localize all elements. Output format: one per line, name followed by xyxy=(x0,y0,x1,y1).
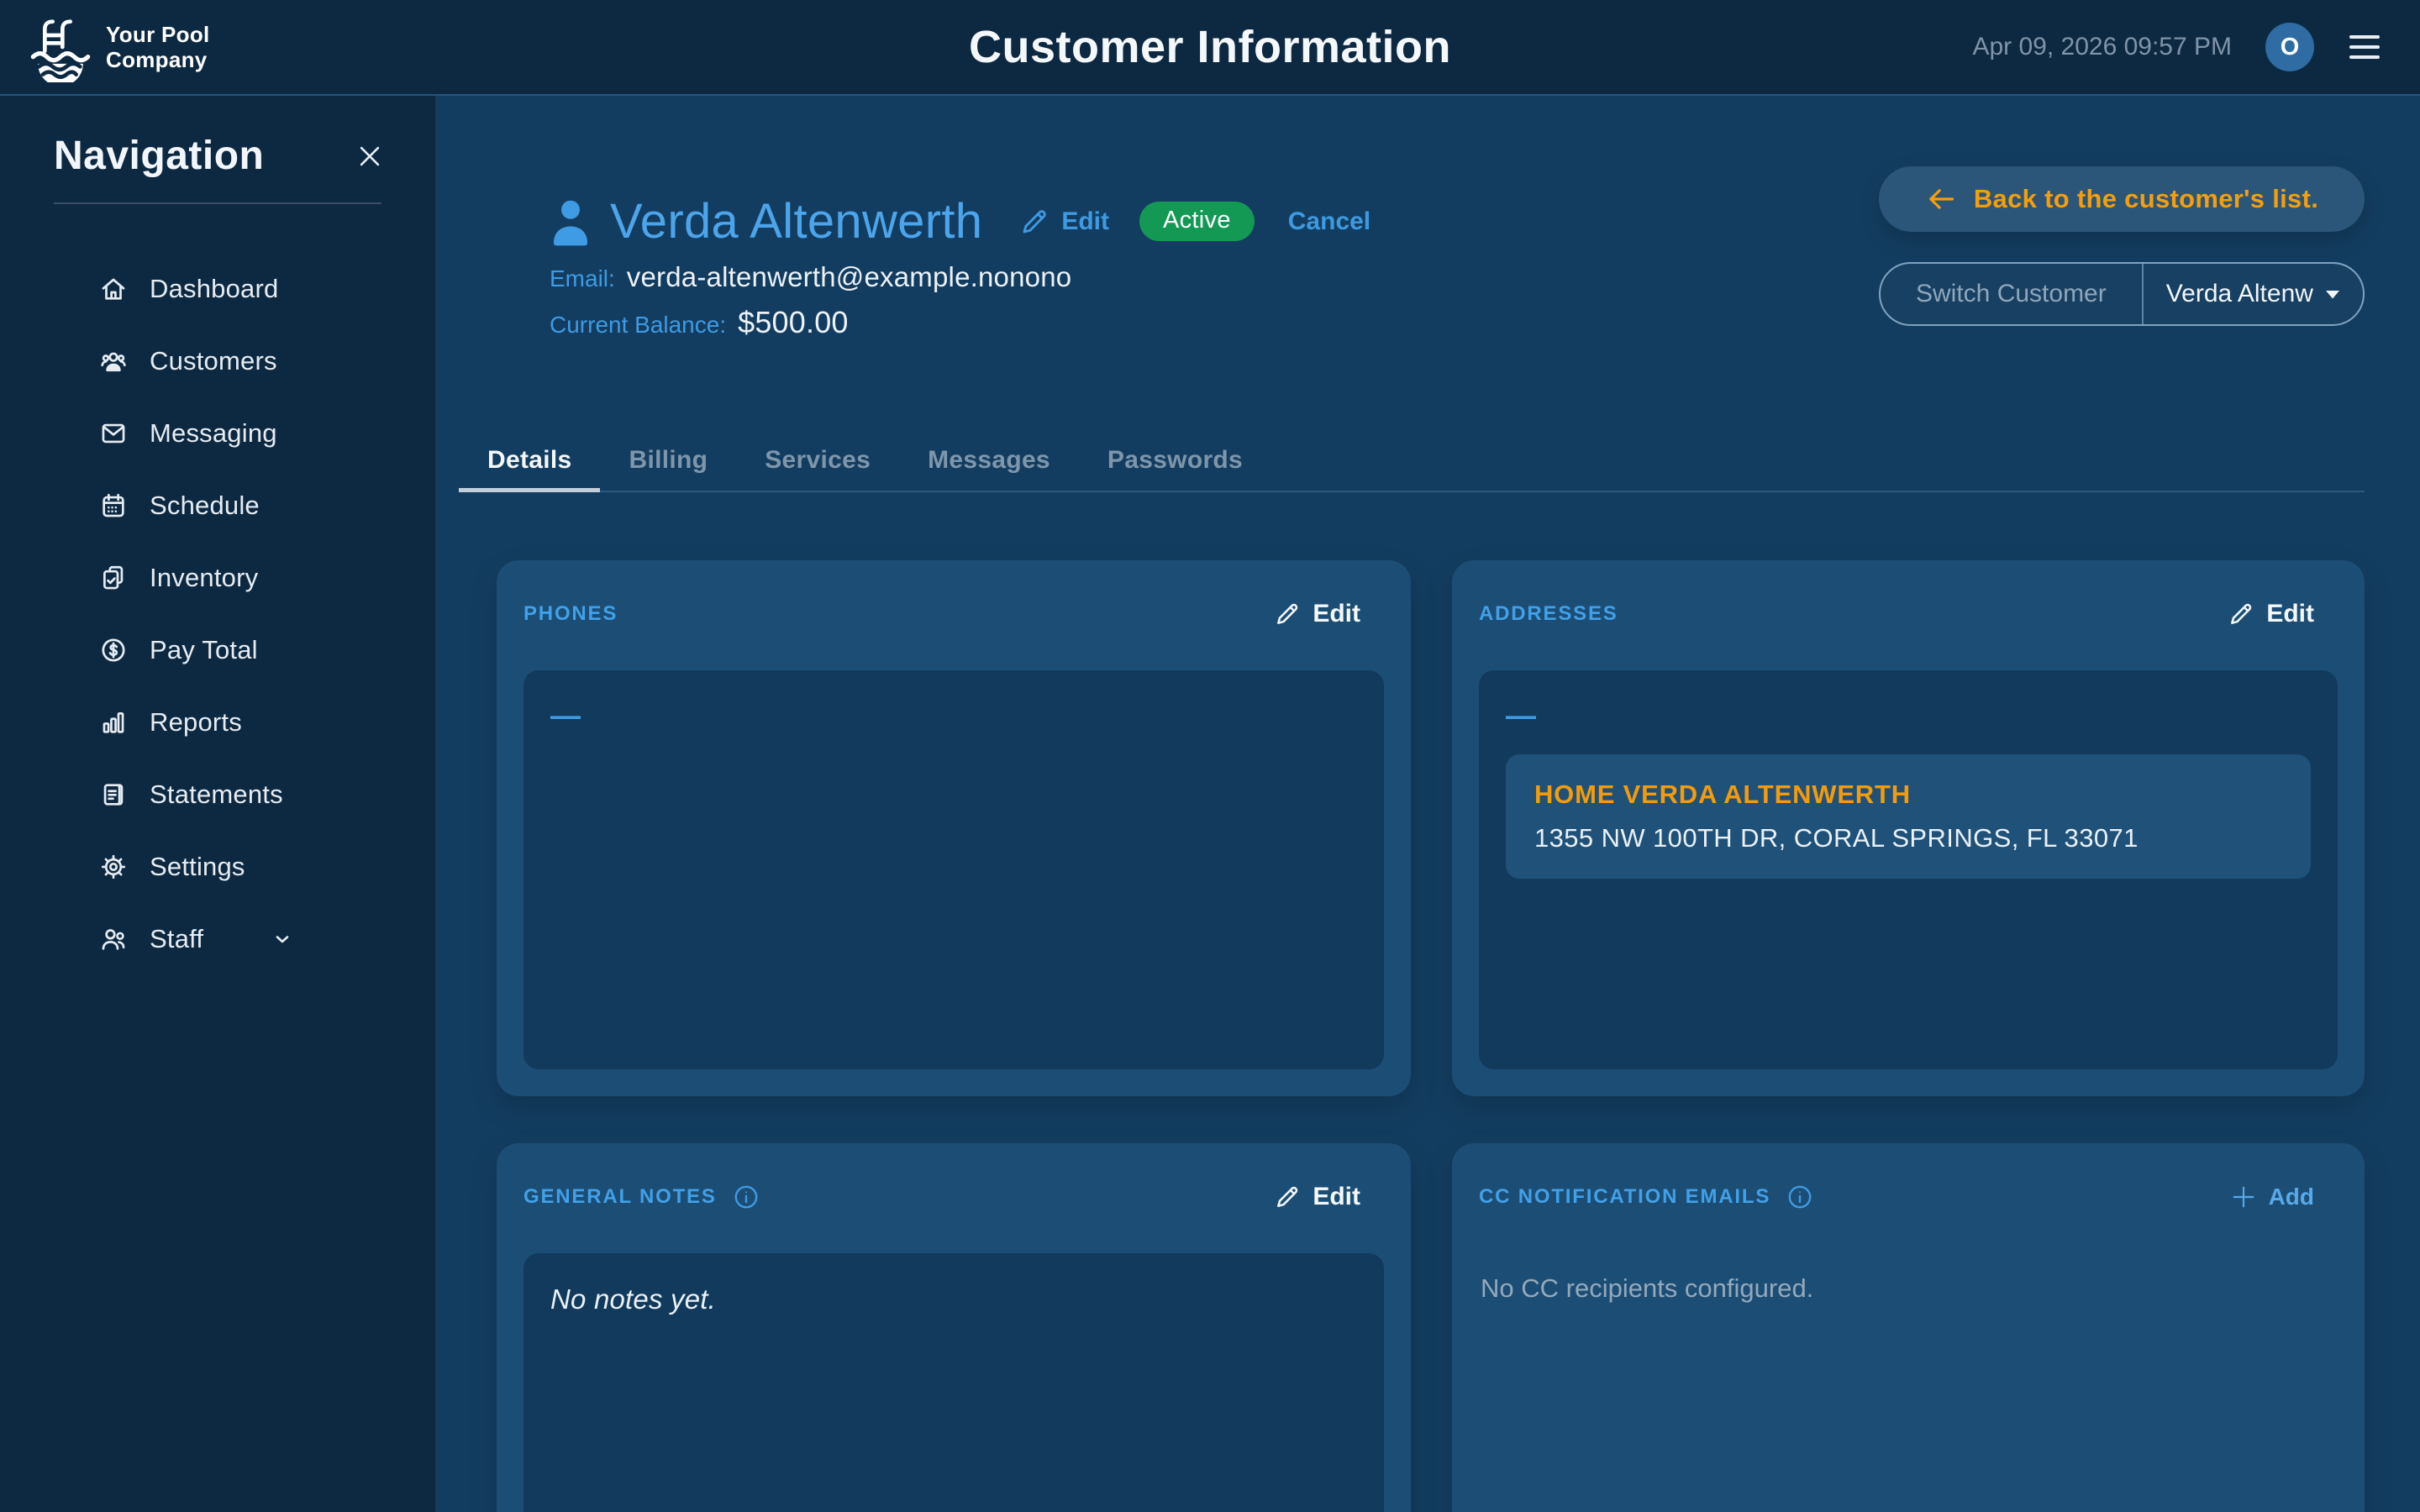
add-cc-email-button[interactable]: Add xyxy=(2230,1184,2314,1210)
address-name: HOME VERDA ALTENWERTH xyxy=(1534,780,2282,810)
general-notes-card: GENERAL NOTES Edit No notes yet. xyxy=(497,1143,1411,1512)
sidebar-item-schedule[interactable]: Schedule xyxy=(0,470,435,542)
phones-card: PHONES Edit — xyxy=(497,560,1411,1096)
edit-phones-button[interactable]: Edit xyxy=(1274,600,1360,628)
company-name: Your Pool Company xyxy=(106,22,210,72)
pencil-icon xyxy=(1274,1184,1301,1210)
cc-empty-text: No CC recipients configured. xyxy=(1481,1273,2338,1304)
close-icon[interactable] xyxy=(351,138,388,175)
chevron-down-icon xyxy=(272,929,292,949)
balance-value: $500.00 xyxy=(738,305,849,340)
address-list-item[interactable]: HOME VERDA ALTENWERTH 1355 NW 100TH DR, … xyxy=(1506,754,2311,879)
tab-passwords[interactable]: Passwords xyxy=(1079,432,1271,492)
switch-customer-control[interactable]: Switch Customer Verda Altenw xyxy=(1879,262,2365,326)
sidebar-nav: Dashboard Customers Messaging xyxy=(0,253,435,975)
navigation-sidebar: Navigation Dashboard Customers xyxy=(0,96,435,1512)
sidebar-item-pay-total[interactable]: Pay Total xyxy=(0,614,435,686)
customer-tabs: Details Billing Services Messages Passwo… xyxy=(459,432,2365,492)
pencil-icon xyxy=(2228,601,2254,627)
info-icon[interactable] xyxy=(732,1183,760,1211)
sidebar-item-inventory[interactable]: Inventory xyxy=(0,542,435,614)
tab-billing[interactable]: Billing xyxy=(600,432,736,492)
balance-label: Current Balance: xyxy=(550,312,726,339)
main-content: Verda Altenwerth Edit Active Cancel Emai… xyxy=(435,96,2420,1512)
sidebar-item-settings[interactable]: Settings xyxy=(0,831,435,903)
sidebar-item-dashboard[interactable]: Dashboard xyxy=(0,253,435,325)
switch-customer-dropdown[interactable]: Verda Altenw xyxy=(2144,264,2363,324)
company-logo: Your Pool Company xyxy=(25,12,210,82)
arrow-left-icon xyxy=(1925,183,1957,215)
addresses-card: ADDRESSES Edit — HOME VERDA ALTENWERTH 1… xyxy=(1452,560,2365,1096)
pencil-icon xyxy=(1019,207,1050,237)
phones-empty-marker: — xyxy=(550,701,1357,731)
email-value: verda-altenwerth@example.nonono xyxy=(627,261,1072,293)
customer-name: Verda Altenwerth xyxy=(610,193,982,249)
cc-emails-card-title: CC NOTIFICATION EMAILS xyxy=(1479,1185,1770,1209)
plus-icon xyxy=(2230,1184,2257,1210)
bar-chart-icon xyxy=(99,708,128,737)
edit-notes-button[interactable]: Edit xyxy=(1274,1183,1360,1211)
users-icon xyxy=(99,347,128,375)
addresses-card-title: ADDRESSES xyxy=(1479,602,1618,626)
switch-customer-label: Switch Customer xyxy=(1881,264,2142,324)
address-line: 1355 NW 100TH DR, CORAL SPRINGS, FL 3307… xyxy=(1534,823,2282,853)
cancel-customer-button[interactable]: Cancel xyxy=(1288,207,1370,236)
tab-messages[interactable]: Messages xyxy=(899,432,1079,492)
gear-icon xyxy=(99,853,128,881)
dollar-circle-icon xyxy=(99,636,128,664)
sidebar-item-statements[interactable]: Statements xyxy=(0,759,435,831)
sidebar-item-customers[interactable]: Customers xyxy=(0,325,435,397)
app-header: Your Pool Company Customer Information A… xyxy=(0,0,2420,96)
edit-addresses-button[interactable]: Edit xyxy=(2228,600,2314,628)
caret-down-icon xyxy=(2325,290,2340,299)
home-icon xyxy=(99,275,128,303)
customer-summary: Verda Altenwerth Edit Active Cancel Emai… xyxy=(546,193,1370,340)
sidebar-title: Navigation xyxy=(54,133,264,179)
general-notes-card-title: GENERAL NOTES xyxy=(523,1185,717,1209)
customer-avatar-icon xyxy=(546,196,595,248)
sidebar-item-messaging[interactable]: Messaging xyxy=(0,397,435,470)
clipboard-check-icon xyxy=(99,564,128,592)
phones-card-title: PHONES xyxy=(523,602,618,626)
mail-icon xyxy=(99,419,128,448)
sidebar-item-reports[interactable]: Reports xyxy=(0,686,435,759)
page-title: Customer Information xyxy=(969,21,1451,73)
pool-ladder-logo-icon xyxy=(25,12,96,82)
notes-panel: No notes yet. xyxy=(523,1253,1384,1512)
phones-list-panel: — xyxy=(523,670,1384,1069)
edit-customer-button[interactable]: Edit xyxy=(1019,207,1109,237)
tab-details[interactable]: Details xyxy=(459,432,600,492)
document-icon xyxy=(99,780,128,809)
email-label: Email: xyxy=(550,265,615,292)
staff-icon xyxy=(99,925,128,953)
status-badge: Active xyxy=(1139,202,1255,241)
cc-notification-emails-card: CC NOTIFICATION EMAILS Add No CC recipie… xyxy=(1452,1143,2365,1512)
addresses-list-panel: — HOME VERDA ALTENWERTH 1355 NW 100TH DR… xyxy=(1479,670,2338,1069)
current-datetime: Apr 09, 2026 09:57 PM xyxy=(1972,33,2232,61)
calendar-icon xyxy=(99,491,128,520)
user-avatar[interactable]: O xyxy=(2265,23,2314,71)
addresses-empty-marker: — xyxy=(1506,701,2311,731)
info-icon[interactable] xyxy=(1786,1183,1814,1211)
tab-services[interactable]: Services xyxy=(736,432,899,492)
sidebar-item-staff[interactable]: Staff xyxy=(0,903,435,975)
hamburger-menu-icon[interactable] xyxy=(2348,30,2381,64)
notes-empty-text: No notes yet. xyxy=(550,1284,1357,1315)
pencil-icon xyxy=(1274,601,1301,627)
back-to-customer-list-button[interactable]: Back to the customer's list. xyxy=(1879,166,2365,232)
sidebar-divider xyxy=(54,202,381,204)
